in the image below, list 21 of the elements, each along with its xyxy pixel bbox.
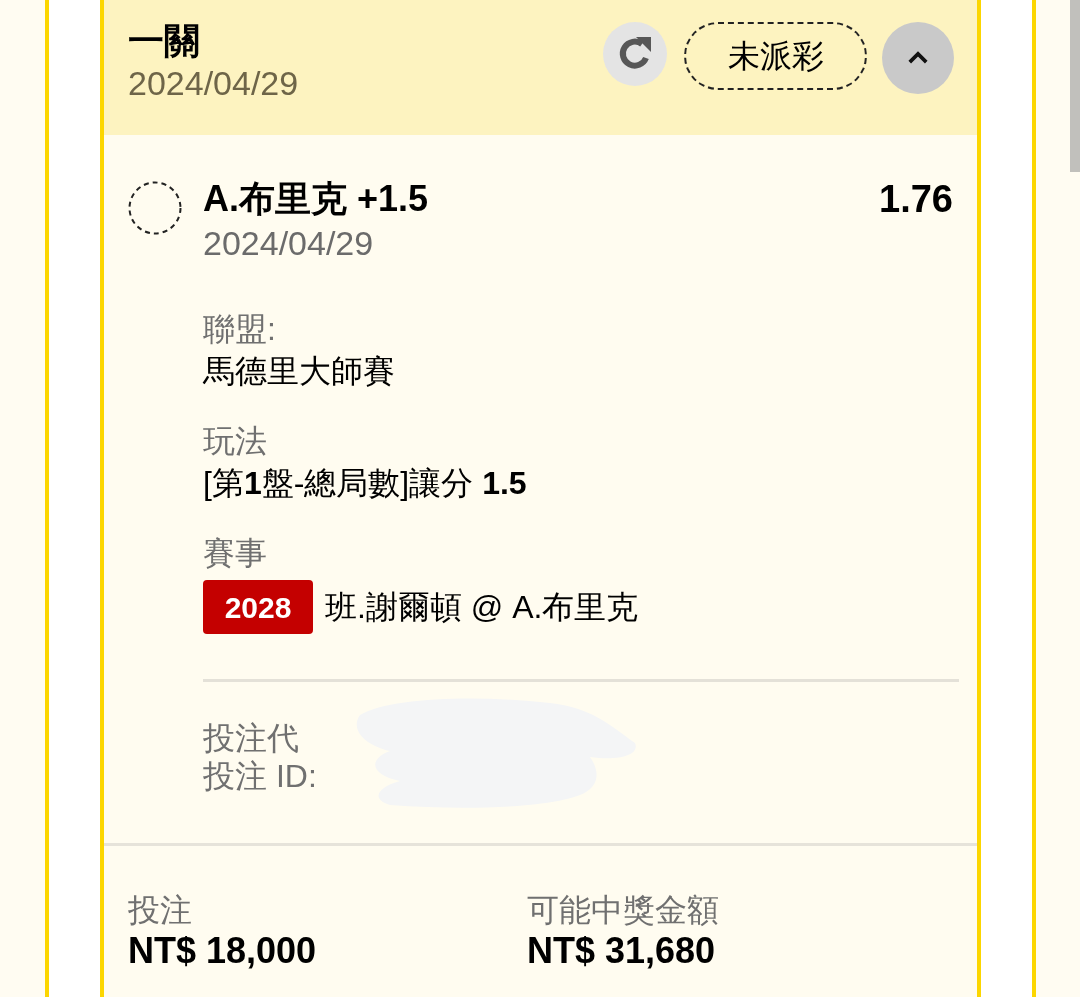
detail-label: 玩法: [203, 422, 267, 461]
detail-label: 賽事: [203, 534, 267, 573]
event-number-tag: 2028: [203, 580, 313, 634]
bet-reference-label: 投注 ID:: [203, 757, 317, 795]
summary-label: 投注: [128, 891, 192, 930]
summary-amount: NT$ 31,680: [527, 930, 716, 972]
bet-date: 2024/04/29: [128, 63, 299, 104]
selection-name: A.布里克 +1.5: [203, 177, 429, 221]
bet-type-title: 一關: [128, 20, 200, 62]
summary-label: 可能中獎金額: [527, 891, 719, 930]
payout-status-tag: 未派彩: [684, 22, 867, 90]
selection-date: 2024/04/29: [203, 223, 374, 263]
odds-value: 1.76: [879, 177, 953, 222]
match-name: 班.謝爾頓 @ A.布里克: [325, 588, 639, 627]
detail-value: 馬德里大師賽: [203, 352, 395, 391]
summary-amount: NT$ 18,000: [128, 930, 317, 972]
dashed-circle-icon: [128, 181, 182, 235]
detail-label: 聯盟:: [203, 310, 276, 349]
bet-reference-label: 投注代: [203, 719, 299, 757]
scrollbar-thumb[interactable]: [1070, 0, 1080, 172]
detail-value: [第1盤-總局數]讓分 1.5: [203, 464, 527, 503]
